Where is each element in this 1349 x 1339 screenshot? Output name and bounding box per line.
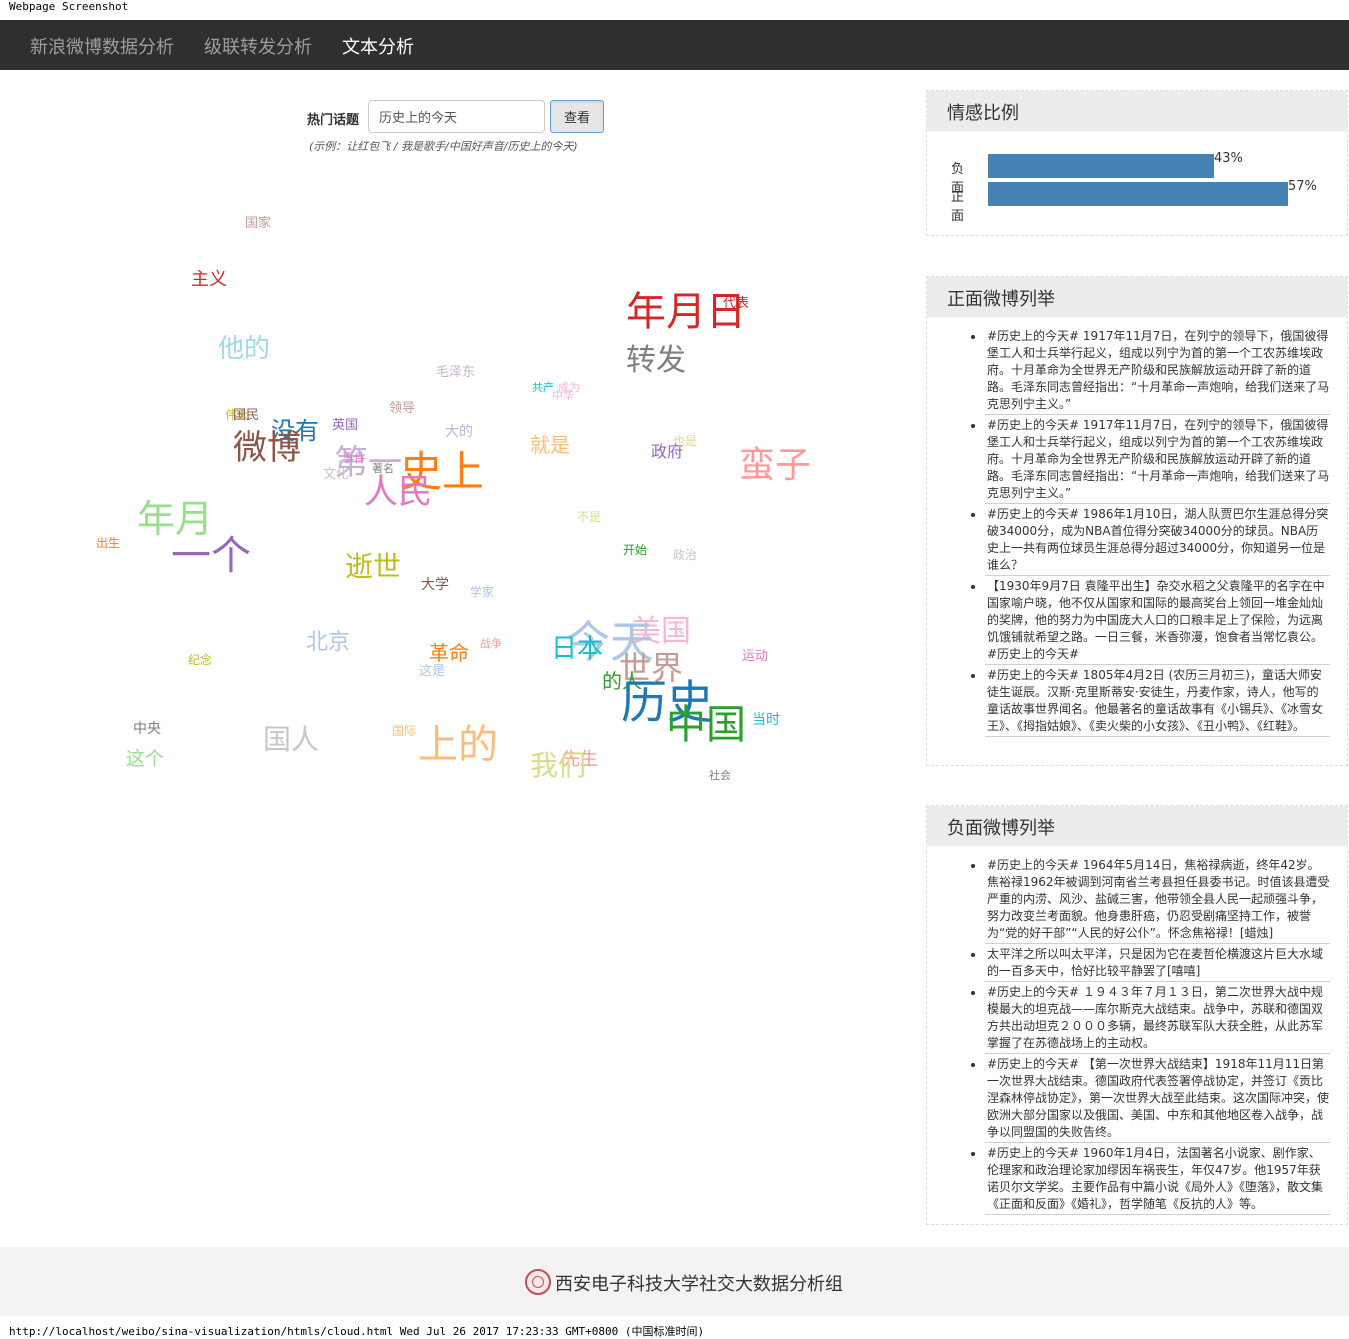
word-cloud-word: 领导 — [389, 401, 416, 416]
word-cloud-word: 事件 — [342, 451, 367, 465]
word-cloud-word: 政治 — [673, 548, 698, 562]
word-cloud-word: 这个 — [126, 748, 165, 770]
word-cloud-word: 主义 — [191, 269, 227, 290]
footer: 西安电子科技大学社交大数据分析组 — [0, 1247, 1349, 1316]
nav-item-cascade-analysis[interactable]: 级联转发分析 — [204, 33, 312, 59]
list-item: #历史上的今天# 1960年1月4日，法国著名小说家、剧作家、伦理家和政治理论家… — [985, 1144, 1330, 1215]
word-cloud-word: 上的 — [418, 722, 498, 768]
word-cloud-word: 他的 — [218, 334, 271, 364]
sentiment-bar-percent: 43% — [1214, 151, 1243, 166]
word-cloud-word: 国家 — [245, 216, 272, 231]
word-cloud-word: 转发 — [626, 343, 686, 378]
search-hint: (示例：让红包飞 / 我是歌手/中国好声音/历史上的今天) — [309, 140, 578, 153]
screenshot-caption: Webpage Screenshot — [9, 0, 129, 13]
list-item: #历史上的今天# 1917年11月7日，在列宁的领导下，俄国彼得堡工人和士兵举行… — [985, 327, 1330, 415]
word-cloud: 国家 主义 年月日 代表 转发 他的 毛泽东 共产 成为 中华 领导 伟大 国民 英国 没有 大的 就是 也是 政府… — [0, 160, 900, 800]
nav-item-text-analysis[interactable]: 文本分析 — [342, 33, 414, 59]
list-item: 【1930年9月7日 袁隆平出生】杂交水稻之父袁隆平的名字在中国家喻户晓，他不仅… — [985, 577, 1330, 665]
list-item: #历史上的今天# 1986年1月10日，湖人队贾巴尔生涯总得分突破34000分，… — [985, 505, 1330, 576]
word-cloud-word: 纪念 — [188, 653, 213, 667]
word-cloud-word: 社会 — [709, 769, 731, 782]
word-cloud-word: 开始 — [623, 543, 648, 557]
word-cloud-word: 中央 — [133, 721, 161, 737]
word-cloud-word: 就是 — [530, 433, 570, 457]
negative-weibo-panel: 负面微博列举 #历史上的今天# 1964年5月14日，焦裕禄病逝，终年42岁。焦… — [926, 805, 1348, 1225]
list-item: #历史上的今天# 1805年4月2日 (农历三月初三)，童话大师安徒生诞辰。汉斯… — [985, 666, 1330, 737]
word-cloud-word: 共产 — [532, 381, 554, 394]
footer-text: 西安电子科技大学社交大数据分析组 — [555, 1274, 843, 1295]
word-cloud-word: 文化 — [323, 467, 350, 482]
positive-panel-title: 正面微博列举 — [927, 277, 1347, 317]
positive-weibo-panel: 正面微博列举 #历史上的今天# 1917年11月7日，在列宁的领导下，俄国彼得堡… — [926, 276, 1348, 766]
word-cloud-word: 逝世 — [345, 550, 402, 583]
word-cloud-word: 人民 — [364, 472, 432, 512]
topic-search-input[interactable] — [368, 100, 545, 133]
word-cloud-word: 日本 — [551, 634, 604, 664]
word-cloud-word: 蛮子 — [739, 445, 812, 486]
list-item: #历史上的今天# 【第一次世界大战结束】1918年11月11日第一次世界大战结束… — [985, 1055, 1330, 1143]
word-cloud-word: 学家 — [470, 585, 495, 599]
word-cloud-word: 英国 — [332, 418, 359, 433]
list-item: 太平洋之所以叫太平洋，只是因为它在麦哲伦横渡这片巨大水域的一百多天中，恰好比较平… — [985, 945, 1330, 982]
word-cloud-word: 大学 — [421, 577, 449, 593]
negative-weibo-list: #历史上的今天# 1964年5月14日，焦裕禄病逝，终年42岁。焦裕禄1962年… — [985, 856, 1330, 1216]
word-cloud-word: 代表 — [723, 296, 750, 311]
word-cloud-word: 革命 — [429, 641, 469, 665]
word-cloud-word: 北京 — [306, 630, 351, 655]
negative-panel-title: 负面微博列举 — [927, 806, 1347, 846]
word-cloud-word: 中国 — [666, 702, 746, 748]
list-item: #历史上的今天# 1964年5月14日，焦裕禄病逝，终年42岁。焦裕禄1962年… — [985, 856, 1330, 944]
word-cloud-word: 出生 — [96, 536, 121, 550]
word-cloud-word: 中华 — [552, 389, 574, 402]
word-cloud-word: 毛泽东 — [436, 365, 476, 380]
list-item: #历史上的今天# １９４３年７月１３日，第二次世界大战中规模最大的坦克战——库尔… — [985, 983, 1330, 1054]
sentiment-panel: 情感比例 负面 43% 正面 57% — [926, 90, 1348, 236]
positive-weibo-list: #历史上的今天# 1917年11月7日，在列宁的领导下，俄国彼得堡工人和士兵举行… — [985, 327, 1330, 738]
university-logo-icon — [525, 1269, 551, 1295]
sentiment-bar-label: 正面 — [951, 190, 965, 224]
list-item: #历史上的今天# 1917年11月7日，在列宁的领导下，俄国彼得堡工人和士兵举行… — [985, 416, 1330, 504]
word-cloud-word: 国民 — [233, 408, 260, 423]
word-cloud-word: 不是 — [577, 510, 602, 524]
word-cloud-word: 战争 — [480, 637, 502, 650]
word-cloud-word: 我们 — [530, 749, 587, 782]
word-cloud-word: 一个 — [171, 533, 251, 579]
nav-item-weibo-analysis[interactable]: 新浪微博数据分析 — [30, 33, 174, 59]
view-button[interactable]: 查看 — [550, 100, 604, 133]
hot-topic-label: 热门话题 — [307, 113, 360, 128]
navbar: 新浪微博数据分析 级联转发分析 文本分析 — [0, 20, 1349, 70]
word-cloud-word: 这是 — [419, 664, 446, 679]
word-cloud-word: 微博 — [233, 428, 301, 468]
sentiment-bar-percent: 57% — [1288, 179, 1317, 194]
sentiment-panel-title: 情感比例 — [927, 91, 1347, 131]
word-cloud-word: 当时 — [752, 712, 780, 728]
word-cloud-word: 政府 — [651, 442, 684, 461]
sentiment-bar-fill — [988, 154, 1214, 178]
sentiment-bar-fill — [988, 182, 1288, 206]
word-cloud-word: 国人 — [263, 723, 320, 756]
word-cloud-word: 大的 — [445, 424, 473, 440]
word-cloud-word: 运动 — [742, 649, 769, 664]
word-cloud-word: 国际 — [392, 724, 417, 738]
